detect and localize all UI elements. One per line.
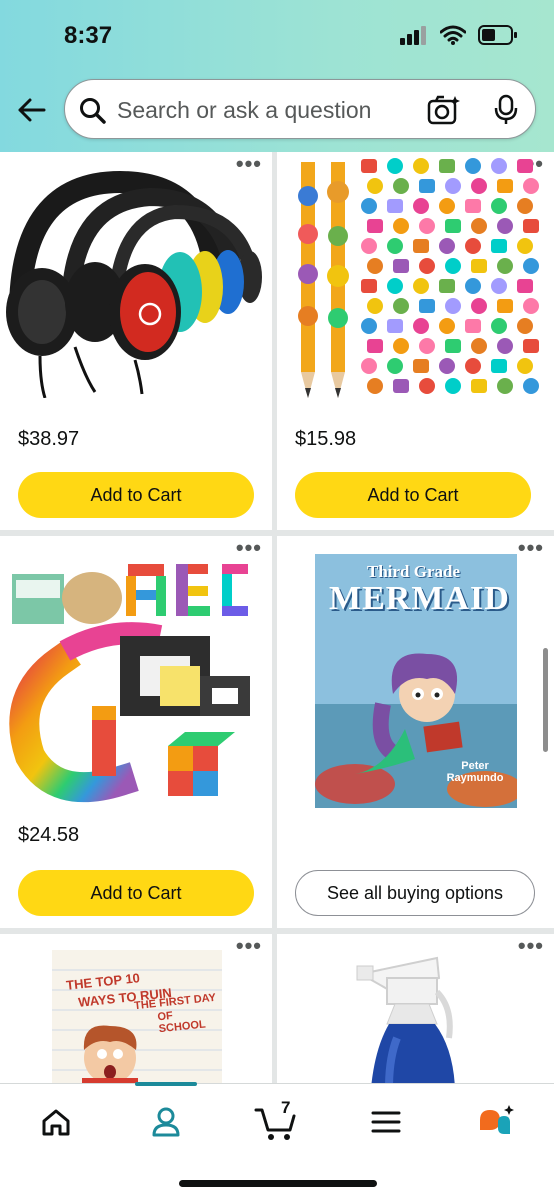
status-time: 8:37 <box>64 22 113 49</box>
more-options-icon[interactable]: ••• <box>236 935 262 957</box>
search-bar[interactable] <box>64 79 536 139</box>
more-options-icon[interactable]: ••• <box>236 537 262 559</box>
microphone-icon[interactable] <box>493 94 519 126</box>
product-price: $24.58 <box>18 824 80 846</box>
header: 8:37 <box>0 0 554 152</box>
product-image-pencil-stickers[interactable] <box>277 156 554 408</box>
product-image-headphones[interactable] <box>0 162 272 398</box>
signal-icon <box>400 26 426 45</box>
back-arrow-icon[interactable] <box>14 92 50 128</box>
nav-account[interactable] <box>136 1102 196 1142</box>
product-card[interactable]: ••• <box>277 934 554 1084</box>
cart-icon <box>254 1108 296 1140</box>
see-all-buying-options-button[interactable]: See all buying options <box>295 870 535 916</box>
book-cover-image[interactable]: Third Grade MERMAID Peter Raymundo <box>315 554 517 808</box>
add-to-cart-button[interactable]: Add to Cart <box>18 472 254 518</box>
product-card[interactable]: ••• $15.98 <box>277 152 554 530</box>
product-card[interactable]: ••• THE TOP 10 WAYS TO RUIN THE FIRST DA… <box>0 934 272 1084</box>
product-card[interactable]: ••• Third Grade MERMAID Peter Raymundo S… <box>277 536 554 928</box>
book-cover-image[interactable]: THE TOP 10 WAYS TO RUIN THE FIRST DAY OF… <box>52 950 222 1084</box>
bottom-navigation: 7 <box>0 1082 554 1200</box>
wifi-icon <box>440 25 466 45</box>
nav-cart[interactable]: 7 <box>246 1098 306 1142</box>
product-image-magnetic-cubes[interactable] <box>0 556 272 808</box>
book-title-line1: Third Grade <box>367 562 461 581</box>
product-price: $38.97 <box>18 428 80 450</box>
chat-assistant-icon <box>480 1105 514 1134</box>
active-tab-indicator <box>135 1082 197 1086</box>
nav-home[interactable] <box>26 1102 86 1142</box>
more-options-icon[interactable]: ••• <box>518 537 544 559</box>
product-card[interactable]: ••• <box>0 536 272 928</box>
status-icons <box>400 24 518 46</box>
product-price: $15.98 <box>295 428 357 450</box>
menu-icon <box>371 1111 401 1133</box>
home-indicator <box>179 1180 377 1187</box>
abc-blocks <box>126 564 248 616</box>
nav-rufus[interactable] <box>466 1102 526 1142</box>
battery-icon <box>478 25 517 45</box>
add-to-cart-button[interactable]: Add to Cart <box>295 472 531 518</box>
nav-menu[interactable] <box>356 1102 416 1142</box>
book-author: Peter Raymundo <box>446 760 504 784</box>
cart-wrapper: 7 <box>254 1098 298 1142</box>
home-icon <box>42 1109 70 1136</box>
scrollbar[interactable] <box>543 648 548 752</box>
app-frame: 8:37 Search or ask a question ••• $38.97… <box>0 0 554 1200</box>
product-image-spray-bottle[interactable] <box>277 948 554 1084</box>
book-title-line2: MERMAID <box>329 580 510 617</box>
add-to-cart-button[interactable]: Add to Cart <box>18 870 254 916</box>
product-card[interactable]: ••• <box>0 152 272 530</box>
search-icon <box>80 98 106 124</box>
person-icon <box>152 1107 180 1137</box>
cart-count-badge: 7 <box>281 1098 291 1117</box>
camera-icon[interactable] <box>427 94 461 126</box>
search-input[interactable] <box>117 92 417 128</box>
